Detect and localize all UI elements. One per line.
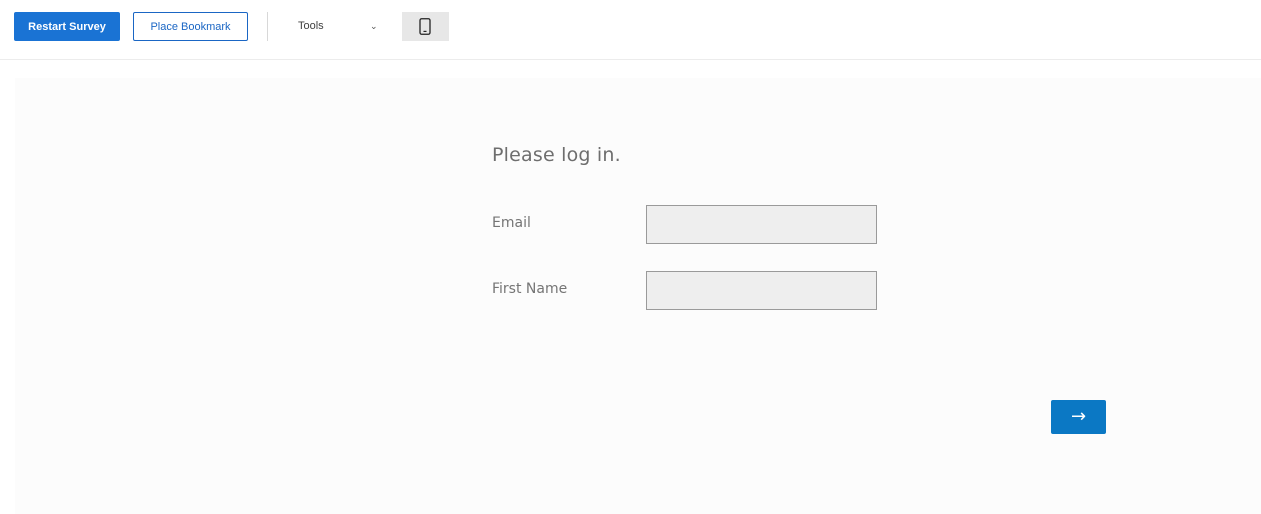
survey-toolbar: Restart Survey Place Bookmark Tools ⌄: [0, 0, 1261, 60]
survey-content-area: [15, 78, 1261, 514]
toolbar-divider: [267, 12, 268, 41]
tools-dropdown[interactable]: Tools ⌄: [298, 12, 384, 41]
page-title: Please log in.: [492, 144, 621, 166]
tools-label: Tools: [298, 20, 324, 32]
chevron-down-icon: ⌄: [370, 21, 378, 31]
mobile-phone-icon: [419, 18, 431, 35]
mobile-preview-button[interactable]: [402, 12, 449, 41]
email-label: Email: [492, 215, 531, 231]
place-bookmark-button[interactable]: Place Bookmark: [133, 12, 248, 41]
email-field[interactable]: [646, 205, 877, 244]
restart-survey-button[interactable]: Restart Survey: [14, 12, 120, 41]
first-name-label: First Name: [492, 281, 568, 297]
first-name-field[interactable]: [646, 271, 877, 310]
next-button[interactable]: →: [1051, 400, 1106, 434]
